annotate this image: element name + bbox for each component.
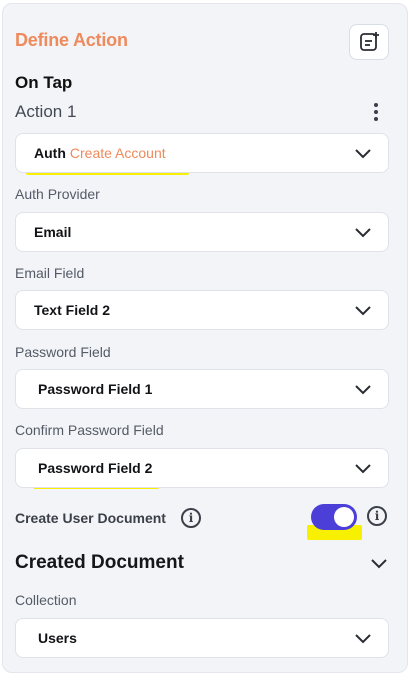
- password-field-label: Password Field: [15, 344, 111, 360]
- password-field-value: Password Field 1: [38, 381, 153, 397]
- auth-prefix: Auth: [34, 145, 66, 161]
- created-document-title: Created Document: [15, 552, 184, 573]
- info-icon[interactable]: i: [367, 506, 387, 526]
- chevron-down-icon: [355, 228, 371, 238]
- chevron-down-icon: [355, 634, 371, 644]
- email-field-label: Email Field: [15, 265, 85, 281]
- auth-provider-label: Auth Provider: [15, 186, 100, 202]
- info-icon[interactable]: i: [181, 508, 201, 528]
- email-field-value: Text Field 2: [34, 302, 110, 318]
- create-user-document-label: Create User Document: [15, 510, 166, 526]
- confirm-password-field-value: Password Field 2: [38, 460, 153, 476]
- collection-dropdown[interactable]: Users: [15, 618, 389, 658]
- chevron-down-icon: [355, 385, 371, 395]
- toggle-knob: [334, 507, 354, 527]
- collection-value: Users: [38, 630, 77, 646]
- chevron-down-icon: [355, 464, 371, 474]
- create-user-document-toggle[interactable]: [311, 504, 357, 530]
- confirm-password-field-label: Confirm Password Field: [15, 422, 164, 438]
- action-label: Action 1: [15, 102, 77, 121]
- clipboard-add-button[interactable]: [349, 24, 389, 60]
- auth-provider-dropdown[interactable]: Email: [15, 212, 389, 252]
- chevron-down-icon: [355, 149, 371, 159]
- panel-title: Define Action: [15, 30, 128, 50]
- auth-action-dropdown[interactable]: Auth Create Account: [15, 133, 389, 173]
- auth-action-value: Create Account: [69, 145, 166, 161]
- collection-label: Collection: [15, 592, 77, 608]
- email-field-dropdown[interactable]: Text Field 2: [15, 290, 389, 330]
- confirm-password-field-dropdown[interactable]: Password Field 2: [15, 448, 389, 488]
- more-vertical-icon[interactable]: [366, 101, 386, 123]
- chevron-down-icon: [355, 306, 371, 316]
- auth-provider-value: Email: [34, 224, 72, 240]
- chevron-down-icon[interactable]: [370, 557, 388, 569]
- trigger-label: On Tap: [15, 73, 73, 92]
- clipboard-add-icon: [360, 32, 379, 51]
- password-field-dropdown[interactable]: Password Field 1: [15, 369, 389, 409]
